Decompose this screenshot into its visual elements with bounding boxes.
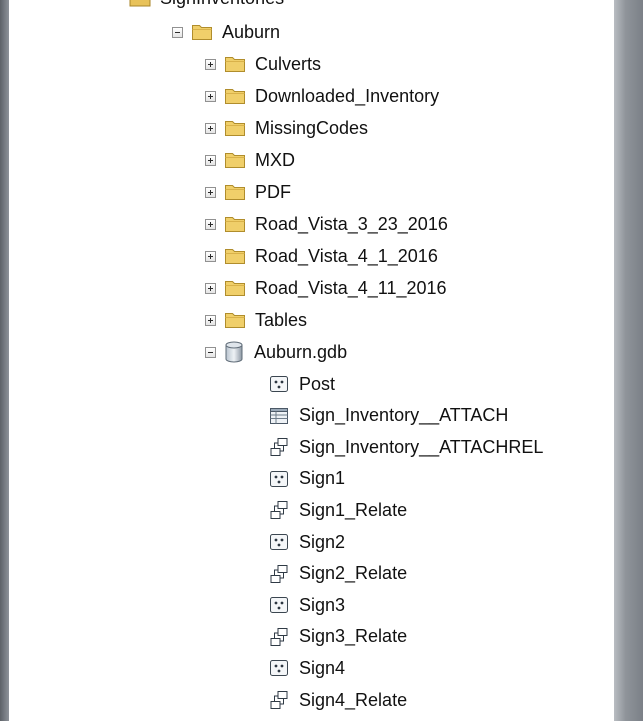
folder-icon [225,153,245,168]
tree-node-gdb-item[interactable]: Sign1 [269,464,345,494]
tree-node-folder[interactable]: Road_Vista_4_1_2016 [205,241,438,271]
folder-icon [129,0,151,7]
relationship-class-icon [270,438,288,457]
tree-node-gdb-item[interactable]: Post [269,369,335,399]
tree-node-gdb-item[interactable]: Sign2 [269,527,345,557]
tree-label: Road_Vista_4_1_2016 [255,245,438,266]
expand-toggle[interactable] [205,218,216,230]
tree-node-gdb-item[interactable]: Sign4 [269,653,345,683]
tree-node-gdb-item[interactable]: Sign2_Relate [269,559,407,589]
folder-icon [192,25,212,40]
folder-icon [225,281,245,296]
tree-label: PDF [255,181,291,202]
expand-toggle[interactable] [205,250,216,262]
relationship-class-icon [270,564,288,583]
tree-label: Sign3 [299,594,346,615]
tree-label: Road_Vista_3_23_2016 [255,213,448,234]
tree-label: Sign_Inventory__ATTACH [299,405,509,426]
point-feature-class-icon [270,597,288,614]
catalog-tree-panel: SignInventories Auburn Culverts Downloade… [9,0,614,721]
tree-label: Sign2_Relate [299,563,408,584]
point-feature-class-icon [270,376,288,392]
expand-toggle[interactable] [205,90,216,102]
folder-icon [225,185,245,200]
tree-label: MXD [255,149,295,170]
window-frame-right [614,0,643,721]
tree-label: Sign3_Relate [299,626,408,647]
relationship-class-icon [270,501,288,520]
tree-label: Downloaded_Inventory [255,85,440,106]
expand-toggle[interactable] [205,122,216,134]
tree-node-folder[interactable]: Culverts [205,49,321,79]
folder-icon [225,89,245,104]
point-feature-class-icon [270,534,288,550]
expand-toggle[interactable] [205,282,216,294]
tree-node-gdb-item[interactable]: Sign3_Relate [269,622,407,652]
tree-label: Auburn.gdb [254,341,348,362]
tree-label: Sign1_Relate [299,499,408,520]
tree-node-folder[interactable]: Road_Vista_3_23_2016 [205,209,448,239]
tree-label: Sign1 [299,468,346,489]
tree-label: Sign2 [299,531,346,552]
relationship-class-icon [270,627,288,646]
tree-label: Sign4_Relate [299,689,408,710]
tree-node-folder[interactable]: Tables [205,305,307,335]
folder-icon [225,57,245,72]
tree-label: Auburn [222,21,281,42]
tree-node-gdb-item[interactable]: Sign_Inventory__ATTACHREL [269,432,543,462]
point-feature-class-icon [270,660,288,677]
expand-toggle[interactable] [205,154,216,166]
tree-node-folder[interactable]: MissingCodes [205,113,368,143]
tree-node-folder[interactable]: Road_Vista_4_11_2016 [205,273,447,303]
window-frame-left [0,0,9,721]
folder-icon [225,249,245,264]
point-feature-class-icon [270,470,288,487]
tree-node-folder[interactable]: PDF [205,177,291,207]
expand-toggle[interactable] [205,186,216,198]
tree-node-gdb-item[interactable]: Sign_Inventory__ATTACH [269,401,508,431]
tree-node-geodatabase[interactable]: Auburn.gdb [205,337,347,367]
tree-node-gdb-item[interactable]: Sign4_Relate [269,685,407,715]
tree-label: MissingCodes [255,117,369,138]
tree-node-auburn[interactable]: Auburn [172,17,280,47]
collapse-toggle[interactable] [172,26,183,38]
tree-label: Sign4 [299,657,346,678]
tree-row-parent-partial[interactable]: SignInventories [129,0,284,8]
expand-toggle[interactable] [205,314,216,326]
tree-label: Road_Vista_4_11_2016 [255,277,447,298]
tree-label: Sign_Inventory__ATTACHREL [299,436,544,457]
relationship-class-icon [270,691,288,709]
tree-label: Post [299,373,336,394]
tree-label: Tables [255,309,308,330]
folder-icon [225,121,245,136]
geodatabase-icon [225,341,243,363]
tree-label: Culverts [255,53,322,74]
tree-node-folder[interactable]: MXD [205,145,295,175]
tree-node-folder[interactable]: Downloaded_Inventory [205,81,439,111]
tree-label-parent: SignInventories [160,0,284,9]
expand-toggle[interactable] [205,58,216,70]
tree-node-gdb-item[interactable]: Sign3 [269,590,345,620]
folder-icon [225,313,245,328]
table-icon [270,407,288,424]
tree-node-gdb-item[interactable]: Sign1_Relate [269,495,407,525]
collapse-toggle[interactable] [205,346,216,358]
folder-icon [225,217,245,232]
